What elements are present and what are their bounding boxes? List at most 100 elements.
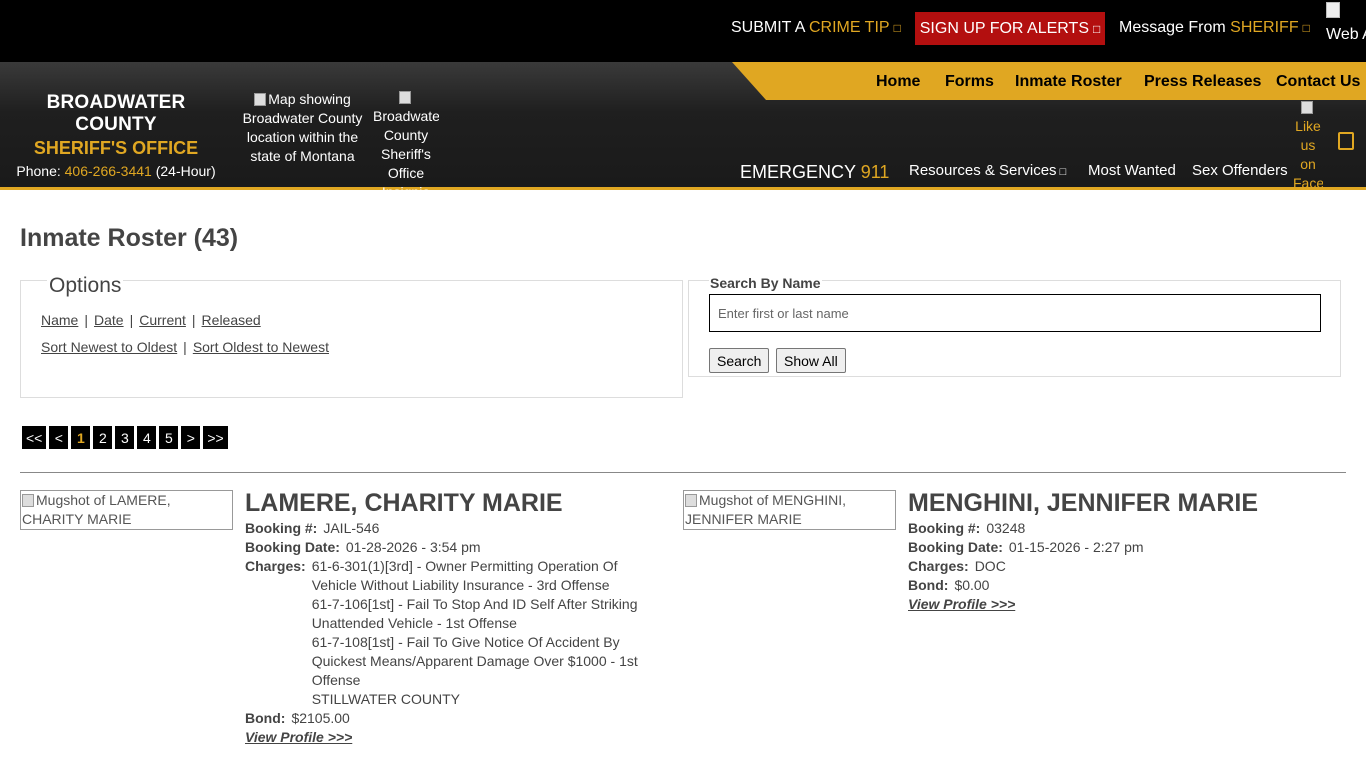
nav-resources-services[interactable]: Resources & Services □ bbox=[909, 162, 1066, 179]
facebook-link[interactable]: Like us on Facebook bbox=[1293, 98, 1323, 193]
search-label: Search By Name bbox=[709, 275, 822, 291]
view-profile-link[interactable]: View Profile >>> bbox=[245, 728, 352, 747]
emergency-911: EMERGENCY 911 bbox=[740, 162, 889, 183]
filter-date-link[interactable]: Date bbox=[94, 312, 124, 328]
last-page-button[interactable]: >> bbox=[203, 426, 228, 449]
mugshot-alt-text: Mugshot of LAMERE, CHARITY MARIE bbox=[22, 492, 171, 527]
accessibility-alt-text: Web Accessibility bbox=[1326, 26, 1366, 43]
menu-icon[interactable] bbox=[1338, 132, 1354, 150]
charge-item: DOC bbox=[974, 558, 1006, 574]
page-4-button[interactable]: 4 bbox=[137, 426, 157, 449]
pagination: << < 1 2 3 4 5 > >> bbox=[22, 426, 228, 449]
charges-label: Charges: bbox=[908, 558, 969, 574]
broken-image-icon bbox=[1301, 101, 1313, 114]
top-utility-bar: SUBMIT A CRIME TIP □ SIGN UP FOR ALERTS □ … bbox=[0, 0, 1366, 62]
charges-label: Charges: bbox=[245, 558, 306, 574]
alerts-label: SIGN UP FOR ALERTS bbox=[919, 19, 1089, 37]
charges-list: 61-6-301(1)[3rd] - Owner Permitting Oper… bbox=[312, 557, 665, 709]
sort-newest-link[interactable]: Sort Newest to Oldest bbox=[41, 339, 177, 355]
facebook-alt-text: Like us on Facebook bbox=[1293, 118, 1323, 191]
broken-image-icon bbox=[22, 494, 34, 507]
filter-name-link[interactable]: Name bbox=[41, 312, 78, 328]
bond-label: Bond: bbox=[245, 710, 286, 726]
prev-page-button[interactable]: < bbox=[49, 426, 69, 449]
search-input[interactable] bbox=[709, 294, 1321, 332]
booking-date-label: Booking Date: bbox=[908, 539, 1003, 555]
dropdown-icon: □ bbox=[1059, 166, 1067, 178]
inmate-details: Booking #: 03248 Booking Date: 01-15-2026 … bbox=[908, 519, 1328, 614]
brand-block[interactable]: BROADWATER COUNTY SHERIFF'S OFFICE Phone… bbox=[10, 92, 222, 179]
charge-item: STILLWATER COUNTY bbox=[311, 691, 460, 707]
search-button[interactable]: Search bbox=[709, 348, 770, 373]
phone-number-link[interactable]: 406-266-3441 bbox=[65, 163, 152, 179]
resources-label: Resources & Services bbox=[909, 162, 1057, 179]
view-profile-link[interactable]: View Profile >>> bbox=[908, 595, 1015, 614]
broken-image-icon bbox=[1326, 2, 1340, 18]
sign-up-alerts-button[interactable]: SIGN UP FOR ALERTS □ bbox=[915, 12, 1105, 45]
page-5-button[interactable]: 5 bbox=[159, 426, 179, 449]
crime-tip-prefix: SUBMIT A bbox=[731, 19, 809, 36]
sheriff-insignia-image: Broadwater County Sheriff's Office Insig… bbox=[373, 88, 439, 191]
county-map-image: Map showing Broadwater County location w… bbox=[236, 90, 369, 166]
sort-oldest-link[interactable]: Sort Oldest to Newest bbox=[193, 339, 329, 355]
charge-item: 61-6-301(1)[3rd] - Owner Permitting Oper… bbox=[311, 558, 618, 593]
mugshot-image[interactable]: Mugshot of LAMERE, CHARITY MARIE bbox=[20, 490, 233, 530]
bond-amount: $0.00 bbox=[954, 577, 990, 593]
message-icon: □ bbox=[1302, 21, 1310, 35]
inmate-name: LAMERE, CHARITY MARIE bbox=[245, 489, 563, 517]
charge-item: 61-7-106[1st] - Fail To Stop And ID Self… bbox=[311, 596, 638, 631]
site-header: BROADWATER COUNTY SHERIFF'S OFFICE Phone… bbox=[0, 62, 1366, 193]
brand-county: BROADWATER COUNTY bbox=[46, 92, 186, 135]
nav-home[interactable]: Home bbox=[876, 73, 920, 91]
crime-tip-icon: □ bbox=[893, 21, 901, 35]
insignia-alt-text: Broadwater County Sheriff's Office Insig… bbox=[373, 108, 439, 191]
booking-label: Booking #: bbox=[908, 520, 981, 536]
booking-label: Booking #: bbox=[245, 520, 318, 536]
options-legend: Options bbox=[47, 274, 124, 298]
message-from-sheriff-link[interactable]: Message From SHERIFF □ bbox=[1119, 19, 1310, 37]
booking-number: JAIL-546 bbox=[323, 520, 380, 536]
divider bbox=[20, 472, 1346, 473]
submit-crime-tip-link[interactable]: SUBMIT A CRIME TIP □ bbox=[731, 19, 901, 37]
options-panel: Options Name | Date | Current | Released Sort … bbox=[20, 274, 683, 398]
phone-suffix: (24-Hour) bbox=[151, 163, 216, 179]
filter-current-link[interactable]: Current bbox=[139, 312, 186, 328]
bond-amount: $2105.00 bbox=[291, 710, 350, 726]
emergency-label: EMERGENCY bbox=[740, 162, 861, 182]
nav-forms[interactable]: Forms bbox=[945, 73, 994, 91]
alerts-icon: □ bbox=[1092, 21, 1101, 36]
show-all-button[interactable]: Show All bbox=[776, 348, 846, 373]
emergency-number: 911 bbox=[860, 162, 890, 182]
separator: | bbox=[84, 312, 88, 328]
booking-date-label: Booking Date: bbox=[245, 539, 340, 555]
page-1-button[interactable]: 1 bbox=[71, 426, 91, 449]
booking-number: 03248 bbox=[986, 520, 1026, 536]
broken-image-icon bbox=[254, 93, 267, 106]
web-accessibility-image[interactable]: Web Accessibility bbox=[1326, 2, 1366, 45]
broken-image-icon bbox=[685, 494, 697, 507]
mugshot-image[interactable]: Mugshot of MENGHINI, JENNIFER MARIE bbox=[683, 490, 896, 530]
separator: | bbox=[129, 312, 134, 328]
nav-sex-offenders[interactable]: Sex Offenders bbox=[1192, 162, 1288, 179]
first-page-button[interactable]: << bbox=[22, 426, 47, 449]
nav-inmate-roster[interactable]: Inmate Roster bbox=[1015, 73, 1122, 91]
inmate-details: Booking #: JAIL-546 Booking Date: 01-28-20… bbox=[245, 519, 665, 747]
page-3-button[interactable]: 3 bbox=[115, 426, 135, 449]
search-panel: Search By Name Search Show All bbox=[688, 275, 1341, 377]
crime-tip-highlight: CRIME TIP bbox=[808, 19, 890, 36]
sort-links: Sort Newest to Oldest | Sort Oldest to New… bbox=[41, 339, 329, 355]
separator: | bbox=[183, 339, 187, 355]
nav-most-wanted[interactable]: Most Wanted bbox=[1088, 162, 1176, 179]
inmate-name: MENGHINI, JENNIFER MARIE bbox=[908, 489, 1259, 517]
brand-office: SHERIFF'S OFFICE bbox=[33, 138, 199, 158]
filter-released-link[interactable]: Released bbox=[202, 312, 261, 328]
brand-phone: Phone: 406-266-3441 (24-Hour) bbox=[10, 163, 222, 179]
nav-press-releases[interactable]: Press Releases bbox=[1144, 73, 1261, 91]
next-page-button[interactable]: > bbox=[181, 426, 201, 449]
message-prefix: Message From bbox=[1119, 19, 1231, 36]
page-2-button[interactable]: 2 bbox=[93, 426, 113, 449]
separator: | bbox=[191, 312, 196, 328]
page-title: Inmate Roster (43) bbox=[20, 224, 239, 252]
bond-label: Bond: bbox=[908, 577, 949, 593]
nav-contact-us[interactable]: Contact Us bbox=[1276, 73, 1360, 91]
